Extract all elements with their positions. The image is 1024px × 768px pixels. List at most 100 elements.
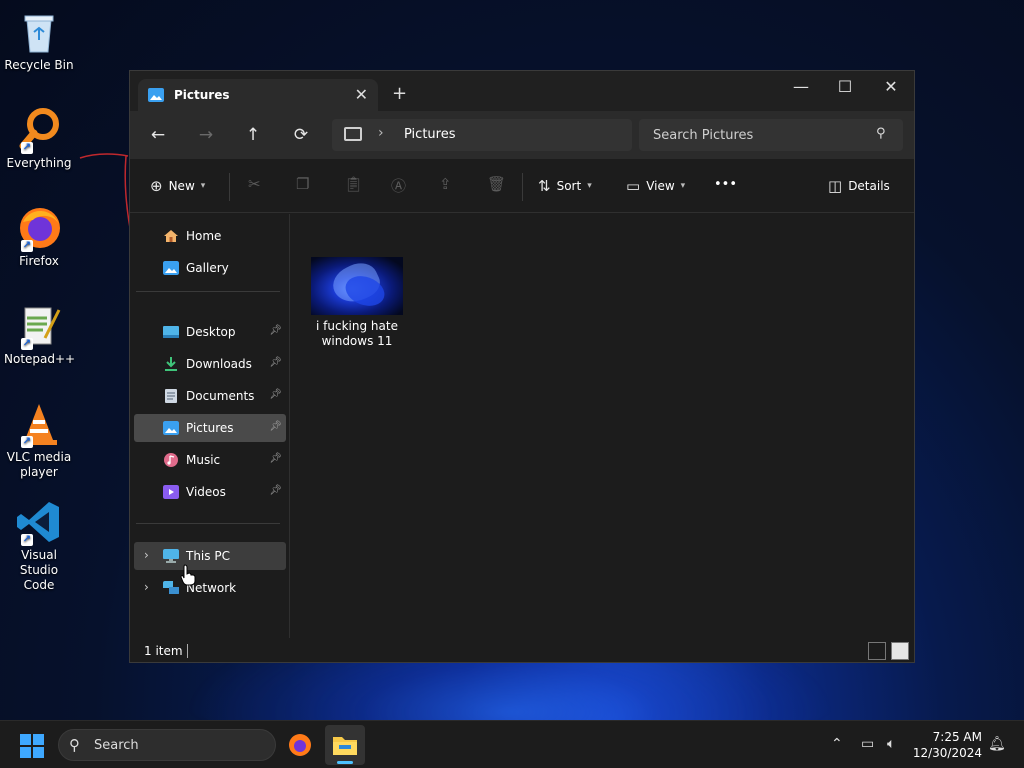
- status-bar: 1 item: [130, 638, 914, 664]
- taskbar-file-explorer[interactable]: [325, 725, 365, 765]
- new-tab-button[interactable]: +: [392, 83, 407, 104]
- chevron-right-icon[interactable]: ›: [144, 580, 149, 594]
- sidebar-item-label: Downloads: [186, 357, 252, 371]
- pin-icon[interactable]: 📌︎: [269, 357, 282, 368]
- new-button[interactable]: ⊕ New ▾: [150, 177, 205, 195]
- pictures-icon: [163, 421, 179, 435]
- document-icon: [165, 389, 177, 403]
- status-divider: [187, 644, 188, 658]
- plus-circle-icon: ⊕: [150, 177, 163, 195]
- command-bar: ⊕ New ▾ ✂ ❐ 📋︎ Ⓐ ⇪ 🗑︎ ⇅ Sort ▾ ▭ View ▾ …: [130, 159, 914, 213]
- sidebar-item-videos[interactable]: Videos 📌︎: [134, 478, 286, 506]
- sidebar-item-downloads[interactable]: Downloads 📌︎: [134, 350, 286, 378]
- sidebar-item-home[interactable]: Home: [134, 222, 286, 250]
- chevron-down-icon: ▾: [587, 181, 592, 191]
- view-button[interactable]: ▭ View ▾: [626, 177, 685, 195]
- address-bar[interactable]: › Pictures: [332, 119, 632, 151]
- notepadpp-icon: ↗: [15, 302, 63, 350]
- system-clock[interactable]: 7:25 AM 12/30/2024: [912, 729, 982, 761]
- pin-icon[interactable]: 📌︎: [269, 453, 282, 464]
- copy-icon[interactable]: ❐: [296, 175, 309, 193]
- breadcrumb-pictures[interactable]: Pictures: [404, 127, 455, 142]
- taskbar-firefox[interactable]: [280, 725, 320, 765]
- sort-button[interactable]: ⇅ Sort ▾: [538, 177, 592, 195]
- item-count: 1 item: [144, 644, 183, 658]
- sidebar-item-gallery[interactable]: Gallery: [134, 254, 286, 282]
- file-explorer-window: Pictures ✕ + — ☐ ✕ ← → ↑ ⟳ › Pictures ⚲ …: [129, 70, 915, 663]
- up-arrow-icon[interactable]: ↑: [241, 123, 265, 147]
- refresh-icon[interactable]: ⟳: [289, 123, 313, 147]
- desktop-icon-label: Visual Studio Code: [19, 548, 59, 592]
- desktop-icon-vscode[interactable]: ↗ Visual Studio Code: [4, 498, 74, 593]
- tab-title: Pictures: [174, 88, 230, 102]
- search-icon: ⚲: [876, 126, 886, 141]
- maximize-button[interactable]: ☐: [830, 77, 860, 96]
- forward-arrow-icon[interactable]: →: [194, 123, 218, 147]
- gallery-icon: [163, 261, 179, 275]
- shortcut-arrow-icon: ↗: [21, 534, 33, 546]
- large-icons-view-icon[interactable]: [891, 642, 909, 660]
- sidebar-divider: [136, 291, 280, 292]
- sidebar-item-label: Documents: [186, 389, 255, 403]
- windows-start-icon[interactable]: [20, 734, 44, 758]
- show-hidden-icons-chevron-icon[interactable]: ⌃: [831, 736, 843, 752]
- network-icon: [163, 581, 179, 594]
- tab-pictures[interactable]: Pictures ✕: [138, 79, 378, 111]
- taskbar-search-box[interactable]: ⚲ Search: [58, 729, 276, 761]
- sidebar-item-desktop[interactable]: Desktop 📌︎: [134, 318, 286, 346]
- pin-icon[interactable]: 📌︎: [269, 485, 282, 496]
- taskbar-search-label: Search: [94, 738, 139, 753]
- notification-bell-icon[interactable]: 🔔︎: [988, 736, 1006, 752]
- minimize-button[interactable]: —: [786, 77, 816, 96]
- sidebar-item-label: This PC: [186, 549, 230, 563]
- clock-date: 12/30/2024: [912, 746, 982, 760]
- chevron-right-icon[interactable]: ›: [144, 548, 149, 562]
- file-list-area: i fucking hate windows 11: [291, 214, 914, 638]
- network-status-icon[interactable]: ▭: [861, 736, 874, 752]
- active-app-indicator: [337, 761, 353, 764]
- firefox-icon: ↗: [15, 204, 63, 252]
- sidebar-item-label: Desktop: [186, 325, 236, 339]
- sort-arrows-icon: ⇅: [538, 177, 551, 195]
- breadcrumb-chevron-icon[interactable]: ›: [378, 125, 384, 141]
- delete-icon[interactable]: 🗑︎: [487, 175, 506, 193]
- desktop-icon-recycle-bin[interactable]: Recycle Bin: [4, 8, 74, 73]
- file-name: i fucking hate windows 11: [316, 319, 398, 348]
- sidebar-item-documents[interactable]: Documents 📌︎: [134, 382, 286, 410]
- download-icon: [165, 357, 177, 371]
- desktop-icon-everything[interactable]: ↗ Everything: [4, 106, 74, 171]
- desktop-icon-vlc[interactable]: ↗ VLC media player: [4, 400, 74, 480]
- sidebar-item-music[interactable]: Music 📌︎: [134, 446, 286, 474]
- toolbar-divider: [229, 173, 230, 201]
- desktop-icon-firefox[interactable]: ↗ Firefox: [4, 204, 74, 269]
- cut-icon[interactable]: ✂: [248, 175, 261, 193]
- paste-icon[interactable]: 📋︎: [344, 175, 363, 193]
- more-options-button[interactable]: •••: [714, 177, 737, 192]
- details-view-icon[interactable]: [868, 642, 886, 660]
- shortcut-arrow-icon: ↗: [21, 436, 33, 448]
- file-item[interactable]: i fucking hate windows 11: [311, 257, 403, 349]
- close-window-button[interactable]: ✕: [876, 77, 906, 96]
- shortcut-arrow-icon: ↗: [21, 240, 33, 252]
- pin-icon[interactable]: 📌︎: [269, 389, 282, 400]
- volume-muted-icon[interactable]: 🔈︎: [887, 736, 895, 752]
- pin-icon[interactable]: 📌︎: [269, 421, 282, 432]
- close-tab-icon[interactable]: ✕: [355, 85, 368, 104]
- title-bar: Pictures ✕ + — ☐ ✕: [130, 71, 914, 111]
- share-icon[interactable]: ⇪: [439, 175, 452, 193]
- pin-icon[interactable]: 📌︎: [269, 325, 282, 336]
- sidebar-item-this-pc[interactable]: › This PC: [134, 542, 286, 570]
- sidebar-item-network[interactable]: › Network: [134, 574, 286, 602]
- sidebar-item-label: Home: [186, 229, 222, 243]
- recycle-bin-icon: [15, 8, 63, 56]
- rename-icon[interactable]: Ⓐ: [391, 175, 406, 196]
- view-icon: ▭: [626, 177, 641, 195]
- clock-time: 7:25 AM: [932, 730, 982, 744]
- chevron-down-icon: ▾: [680, 181, 686, 191]
- chevron-down-icon: ▾: [200, 181, 206, 191]
- search-input[interactable]: [639, 119, 903, 151]
- details-button[interactable]: ◫ Details: [828, 177, 890, 195]
- desktop-icon-notepadpp[interactable]: ↗ Notepad++: [4, 302, 75, 367]
- sidebar-item-pictures[interactable]: Pictures 📌︎: [134, 414, 286, 442]
- back-arrow-icon[interactable]: ←: [146, 123, 170, 147]
